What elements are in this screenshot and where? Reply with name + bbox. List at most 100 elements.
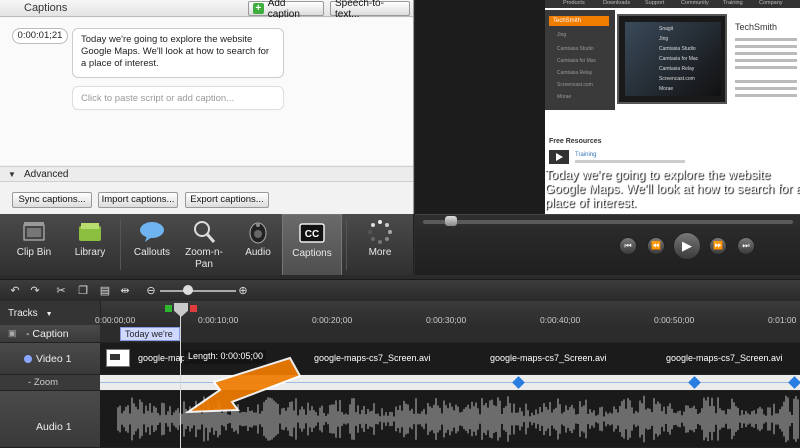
web-text-line [735, 45, 797, 48]
more-dots-icon [368, 220, 392, 244]
web-sidebar-item: Camtasia Relay [557, 70, 593, 76]
time-ruler[interactable]: 0:00:00;00 0:00:10;00 0:00:20;00 0:00:30… [95, 301, 800, 325]
caption-track-header[interactable]: ▣ - Caption [0, 325, 100, 343]
copy-icon[interactable]: ❐ [76, 284, 90, 298]
cut-icon[interactable]: ✂ [54, 284, 68, 298]
caption-clip[interactable]: Today we're [120, 327, 180, 341]
web-sidebar-item: Screencast.com [557, 82, 593, 88]
paste-icon[interactable]: ▤ [98, 284, 112, 298]
tab-audio[interactable]: Audio [228, 214, 288, 275]
web-text-line [735, 94, 797, 97]
library-icon [79, 223, 101, 241]
tab-separator [346, 218, 347, 270]
tab-callouts[interactable]: Callouts [122, 214, 182, 275]
advanced-toggle[interactable]: ▼ Advanced [0, 166, 413, 182]
previous-clip-button[interactable]: ⏮ [619, 237, 637, 255]
tab-captions[interactable]: CC Captions [282, 214, 342, 275]
fast-forward-button[interactable]: ⏩ [709, 237, 727, 255]
audio-track-header[interactable]: Audio 1 [0, 391, 100, 448]
tab-label: Callouts [133, 247, 171, 258]
tab-library[interactable]: Library [60, 214, 120, 275]
tick-label: 0:01:00 [768, 315, 797, 325]
import-captions-button[interactable]: Import captions... [98, 192, 178, 208]
tab-label: Captions [292, 248, 332, 259]
player-controls: ⏮ ⏪ ▶ ⏩ ⏭ [415, 227, 800, 275]
web-sidebar-item: Camtasia Studio [557, 46, 594, 52]
tab-zoom-n-pan[interactable]: Zoom-n- Pan [174, 214, 234, 275]
web-nav-item: Company [759, 0, 783, 6]
caption-timestamp[interactable]: 0:00:01;21 [12, 28, 68, 44]
add-caption-label: Add caption [267, 0, 300, 20]
selection-start-marker[interactable] [165, 305, 172, 312]
callout-bubble-icon [140, 222, 164, 242]
zoom-keyframe[interactable] [688, 376, 701, 389]
paste-script-input[interactable]: Click to paste script or add caption... [72, 86, 284, 110]
scrub-track [423, 220, 793, 224]
captions-panel: Captions + Add caption Speech-to-text...… [0, 0, 414, 214]
web-text-line [735, 80, 797, 83]
tracks-menu[interactable]: Tracks ▼ [8, 308, 53, 319]
orange-arrow-annotation [184, 356, 302, 414]
tab-more[interactable]: More [350, 214, 410, 275]
video-track-header[interactable]: Video 1 [0, 343, 100, 375]
web-text-line [735, 87, 797, 90]
cc-icon: CC [299, 223, 325, 243]
track-lock-icon[interactable]: ▣ [8, 328, 17, 339]
zoom-keyframe[interactable] [788, 376, 800, 389]
add-caption-button[interactable]: + Add caption [248, 0, 324, 20]
monitor-item: Camtasia for Mac [659, 56, 699, 62]
zoom-slider-track[interactable] [160, 290, 236, 292]
video-clip-label[interactable]: google-maps-cs7_Screen.avi [490, 353, 607, 363]
caption-track[interactable]: Today we're [100, 325, 800, 343]
chevron-down-icon: ▼ [8, 170, 16, 179]
split-icon[interactable]: ⇹ [118, 284, 132, 298]
techsmith-logo: TechSmith [735, 22, 778, 32]
scrub-handle[interactable] [445, 216, 457, 226]
web-sidebar-highlight: TechSmith [549, 16, 609, 26]
monitor-item: Screencast.com [659, 76, 695, 82]
undo-icon[interactable]: ↶ [8, 284, 22, 298]
zoom-track-header[interactable]: - Zoom [0, 375, 100, 391]
web-sidebar-item: Morae [557, 94, 572, 100]
redo-icon[interactable]: ↷ [28, 284, 42, 298]
web-nav-item: Community [681, 0, 709, 6]
web-text-line [735, 59, 797, 62]
zoom-slider-handle[interactable] [183, 285, 193, 295]
caption-list: 0:00:01;21 Today we're going to explore … [0, 18, 413, 165]
tick-label: 0:00:00;00 [95, 315, 136, 325]
speaker-icon [249, 222, 267, 244]
tick-label: 0:00:40;00 [540, 315, 581, 325]
next-clip-button[interactable]: ⏭ [737, 237, 755, 255]
monitor-item: Jing [659, 36, 669, 42]
web-text-line [735, 38, 797, 41]
play-button[interactable]: ▶ [673, 232, 701, 260]
selection-end-marker[interactable] [190, 305, 197, 312]
video-clip-label[interactable]: google-maps-cs7_Screen.avi [314, 353, 431, 363]
timeline-ruler: Tracks ▼ 0:00:00;00 0:00:10;00 0:00:20;00… [0, 301, 800, 325]
video-thumbnail [106, 349, 130, 367]
sync-captions-button[interactable]: Sync captions... [12, 192, 92, 208]
video-clip-label[interactable]: google-maps-cs7_Screen.avi [666, 353, 783, 363]
preview-scrub-bar[interactable] [415, 214, 800, 227]
video-track-label: Video 1 [36, 353, 72, 365]
export-captions-button[interactable]: Export captions... [185, 192, 269, 208]
captions-header: Captions + Add caption Speech-to-text... [0, 0, 413, 20]
tab-label: Clip Bin [16, 247, 52, 258]
zoom-magnifier-icon [194, 221, 216, 243]
timeline-toolbar: ↶ ↷ ✂ ❐ ▤ ⇹ ⊖ ⊕ [0, 279, 800, 301]
speech-to-text-button[interactable]: Speech-to-text... [330, 0, 410, 20]
audio-track-label: Audio 1 [36, 421, 72, 433]
zoom-keyframe[interactable] [512, 376, 525, 389]
rewind-button[interactable]: ⏪ [647, 237, 665, 255]
zoom-in-icon[interactable]: ⊕ [236, 284, 250, 298]
tick-label: 0:00:30;00 [426, 315, 467, 325]
tab-clip-bin[interactable]: Clip Bin [4, 214, 64, 275]
web-text-line [735, 66, 797, 69]
web-sidebar-item: Jing [557, 32, 567, 38]
web-text-line [735, 52, 797, 55]
zoom-out-icon[interactable]: ⊖ [144, 284, 158, 298]
tab-separator [120, 218, 121, 270]
web-monitor-image: Snagit Jing Camtasia Studio Camtasia for… [617, 14, 727, 104]
web-free-resources: Free Resources [549, 138, 602, 145]
caption-text-box[interactable]: Today we're going to explore the website… [72, 28, 284, 78]
